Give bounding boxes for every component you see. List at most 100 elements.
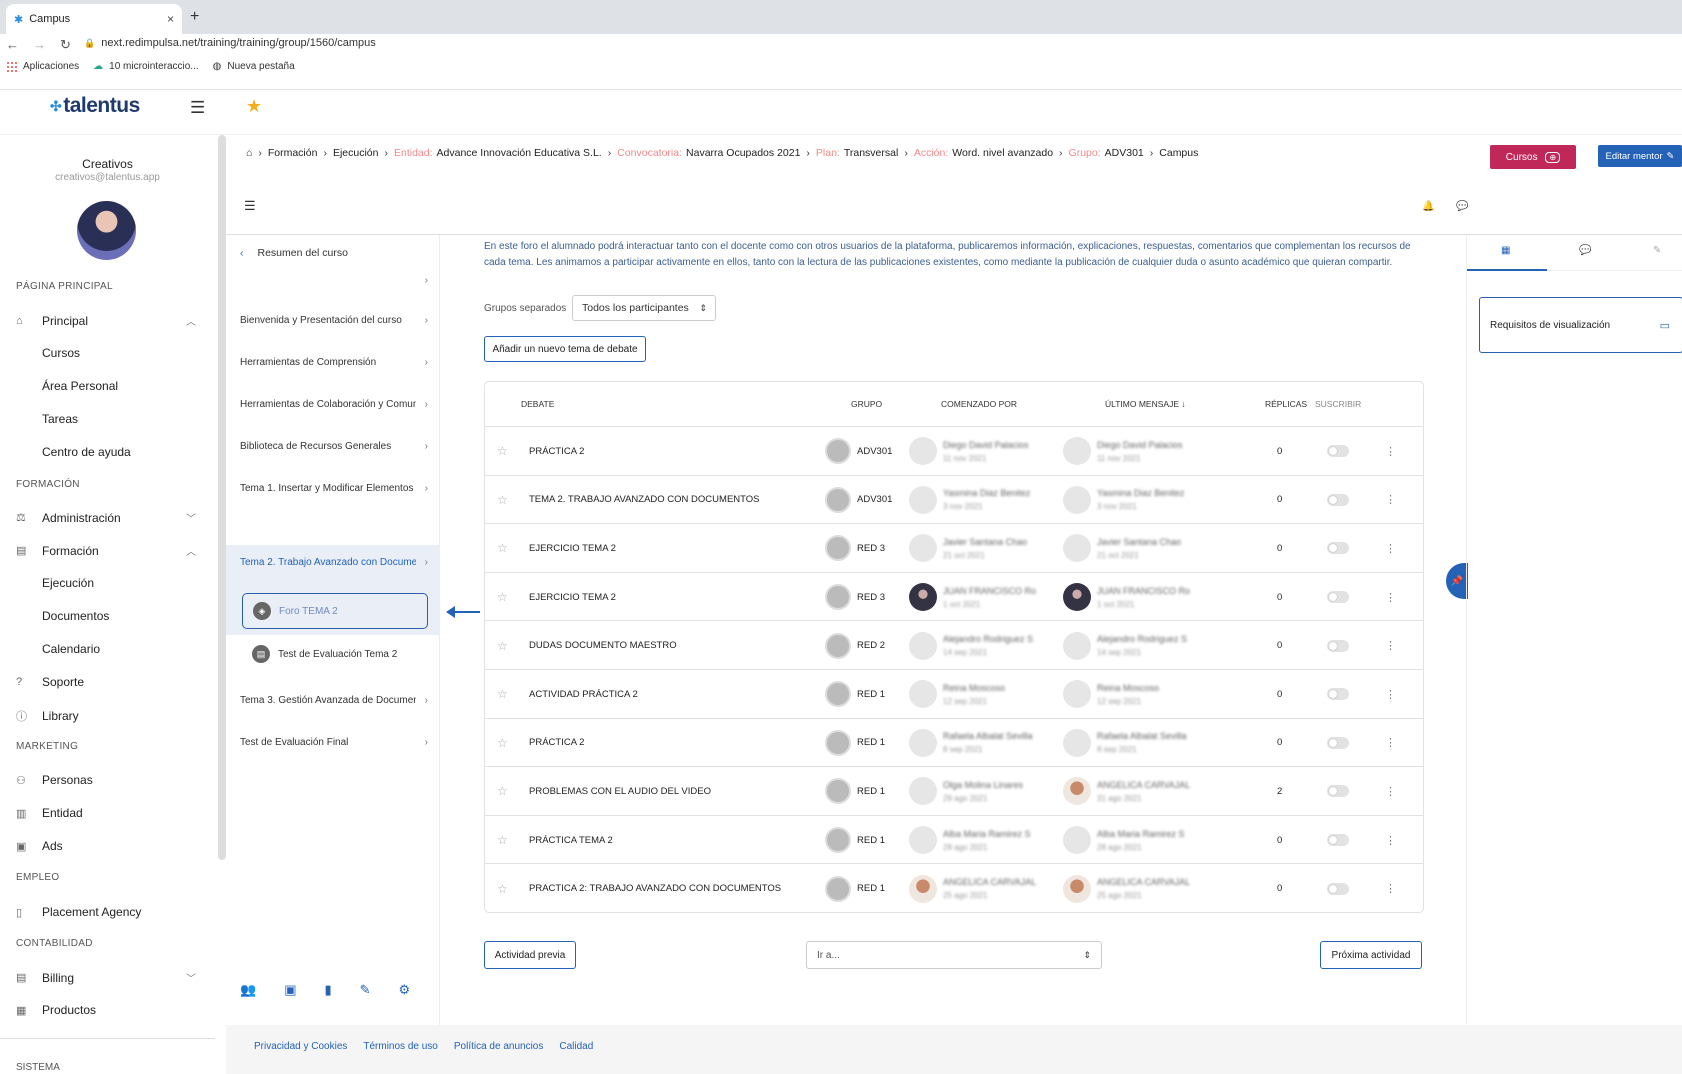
course-section-item[interactable]: Herramientas de Colaboración y Comunicac… [240, 399, 428, 410]
talentus-logo[interactable]: ✣ talentus [50, 94, 140, 118]
sidebar-item-principal[interactable]: ⌂ Principal ︿ [16, 313, 196, 329]
course-section-item[interactable]: Bienvenida y Presentación del curso › [240, 315, 428, 326]
breadcrumb-formacion[interactable]: Formación [268, 147, 318, 159]
active-activity-foro[interactable]: ◈ Foro TEMA 2 [242, 593, 428, 629]
breadcrumb-grupo[interactable]: ADV301 [1105, 147, 1144, 159]
star-outline-icon[interactable]: ☆ [497, 590, 508, 604]
more-options-icon[interactable]: ⋮ [1385, 542, 1396, 555]
pin-icon[interactable]: 📌 [1446, 563, 1468, 599]
table-row[interactable]: ☆ PRÁCTICA TEMA 2 RED 1 Alba Maria Ramirez … [485, 814, 1423, 864]
sidebar-item-ads[interactable]: ▣ Ads [16, 839, 196, 853]
sidebar-item-placement[interactable]: ▯ Placement Agency [16, 905, 196, 919]
groups-select[interactable]: Todos los participantes ⇕ [572, 295, 716, 321]
footer-link-anuncios[interactable]: Política de anuncios [454, 1041, 544, 1052]
col-grupo[interactable]: GRUPO [851, 382, 882, 426]
close-tab-icon[interactable]: × [167, 12, 174, 26]
breadcrumb-plan[interactable]: Transversal [844, 147, 898, 159]
more-options-icon[interactable]: ⋮ [1385, 785, 1396, 798]
new-tab-button[interactable]: + [190, 8, 199, 26]
back-arrow-icon[interactable]: ← [6, 37, 19, 53]
forward-arrow-icon[interactable]: → [33, 37, 46, 53]
comments-tab-icon[interactable]: 💬 [1579, 245, 1591, 256]
more-options-icon[interactable]: ⋮ [1385, 591, 1396, 604]
subscribe-toggle[interactable] [1327, 639, 1349, 652]
subscribe-toggle[interactable] [1327, 493, 1349, 506]
more-options-icon[interactable]: ⋮ [1385, 688, 1396, 701]
sidebar-item-centro-ayuda[interactable]: Centro de ayuda [42, 445, 131, 459]
subscribe-toggle[interactable] [1327, 445, 1349, 458]
sidebar-item-formacion[interactable]: ▤ Formación ︿ [16, 543, 196, 559]
sidebar-item-billing[interactable]: ▤ Billing ﹀ [16, 970, 196, 986]
course-nav-expander[interactable]: › [240, 275, 428, 286]
discussion-title[interactable]: EJERCICIO TEMA 2 [529, 573, 616, 622]
table-row[interactable]: ☆ PRÁCTICA 2 ADV301 Diego David Palacios 11 … [485, 426, 1423, 475]
footer-link-terminos[interactable]: Términos de uso [363, 1041, 437, 1052]
discussion-title[interactable]: PRÁCTICA 2 [529, 427, 584, 476]
previous-activity-button[interactable]: Actividad previa [484, 941, 576, 969]
table-row[interactable]: ☆ DUDAS DOCUMENTO MAESTRO RED 2 Alejandro R… [485, 620, 1423, 669]
footer-link-privacidad[interactable]: Privacidad y Cookies [254, 1041, 347, 1052]
table-row[interactable]: ☆ EJERCICIO TEMA 2 RED 3 JUAN FRANCISCO Ro 1… [485, 571, 1423, 622]
activity-test-tema-2[interactable]: ▤ Test de Evaluación Tema 2 [252, 645, 397, 663]
col-ultimo[interactable]: ÚLTIMO MENSAJE ↓ [1105, 382, 1186, 426]
user-avatar[interactable] [77, 201, 136, 260]
table-row[interactable]: ☆ PROBLEMAS CON EL AUDIO DEL VIDEO RED 1 Ol… [485, 766, 1423, 815]
discussion-title[interactable]: EJERCICIO TEMA 2 [529, 524, 616, 573]
more-options-icon[interactable]: ⋮ [1385, 736, 1396, 749]
cursos-button[interactable]: Cursos ⊕ [1490, 145, 1576, 169]
footer-link-calidad[interactable]: Calidad [559, 1041, 593, 1052]
file-icon[interactable]: ▮ [324, 982, 331, 998]
add-topic-button[interactable]: Añadir un nuevo tema de debate [484, 336, 646, 362]
subscribe-toggle[interactable] [1327, 688, 1349, 701]
bookmark-apps[interactable]: Aplicaciones [6, 61, 79, 72]
table-row[interactable]: ☆ PRÁCTICA 2 RED 1 Rafaela Albalat Sevilla 8… [485, 717, 1423, 767]
course-summary-link[interactable]: ‹ Resumen del curso [240, 247, 348, 259]
sidebar-item-cursos[interactable]: Cursos [42, 346, 80, 360]
subscribe-toggle[interactable] [1327, 591, 1349, 604]
sidebar-item-personas[interactable]: ⚇ Personas [16, 773, 196, 787]
discussion-title[interactable]: PRACTICA 2: TRABAJO AVANZADO CON DOCUMEN… [529, 864, 781, 913]
course-section-item-active[interactable]: Tema 2. Trabajo Avanzado con Documentos › [240, 557, 428, 568]
table-row[interactable]: ☆ TEMA 2. TRABAJO AVANZADO CON DOCUMENTOS… [485, 474, 1423, 525]
bookmark-nueva-pestana[interactable]: ◍ Nueva pestaña [213, 61, 295, 72]
star-outline-icon[interactable]: ☆ [497, 784, 508, 798]
chat-icon[interactable]: 💬 [1456, 201, 1468, 212]
more-options-icon[interactable]: ⋮ [1385, 834, 1396, 847]
brush-icon[interactable]: ✎ [360, 982, 371, 998]
sidebar-item-entidad[interactable]: ▥ Entidad [16, 806, 196, 820]
discussion-title[interactable]: ACTIVIDAD PRÁCTICA 2 [529, 670, 638, 719]
discussion-title[interactable]: PROBLEMAS CON EL AUDIO DEL VIDEO [529, 767, 711, 816]
col-debate[interactable]: DEBATE [521, 382, 554, 426]
menu-toggle-icon[interactable]: ☰ [190, 98, 205, 118]
more-options-icon[interactable]: ⋮ [1385, 882, 1396, 895]
next-activity-button[interactable]: Próxima actividad [1320, 941, 1422, 969]
sidebar-item-productos[interactable]: ▦ Productos [16, 1003, 196, 1017]
sidebar-item-library[interactable]: ⓘ Library [16, 708, 196, 724]
more-options-icon[interactable]: ⋮ [1385, 445, 1396, 458]
bookmark-microinteracciones[interactable]: ☁ 10 microinteraccio... [93, 61, 198, 72]
table-row[interactable]: ☆ ACTIVIDAD PRÁCTICA 2 RED 1 Reina Moscoso 1… [485, 669, 1423, 718]
course-section-item[interactable]: Tema 1. Insertar y Modificar Elementos e… [240, 483, 428, 494]
subscribe-toggle[interactable] [1327, 542, 1349, 555]
star-outline-icon[interactable]: ☆ [497, 833, 508, 847]
sidebar-item-ejecucion[interactable]: Ejecución [42, 576, 94, 590]
col-comenzado[interactable]: COMENZADO POR [941, 382, 1017, 426]
discussion-title[interactable]: TEMA 2. TRABAJO AVANZADO CON DOCUMENTOS [529, 476, 760, 525]
course-section-item[interactable]: Biblioteca de Recursos Generales › [240, 441, 428, 452]
home-icon[interactable]: ⌂ [246, 147, 252, 159]
settings-icon[interactable]: ⚙ [399, 982, 411, 998]
participants-icon[interactable]: 👥 [240, 982, 256, 998]
more-options-icon[interactable]: ⋮ [1385, 639, 1396, 652]
requirements-card[interactable]: Requisitos de visualización ▭ [1479, 297, 1682, 353]
course-section-item[interactable]: Herramientas de Comprensión › [240, 357, 428, 368]
more-options-icon[interactable]: ⋮ [1385, 493, 1396, 506]
sidebar-item-documentos[interactable]: Documentos [42, 609, 109, 623]
reload-icon[interactable]: ↻ [60, 37, 71, 53]
subscribe-toggle[interactable] [1327, 882, 1349, 895]
breadcrumb-entidad[interactable]: Advance Innovación Educativa S.L. [437, 147, 602, 159]
star-outline-icon[interactable]: ☆ [497, 444, 508, 458]
table-row[interactable]: ☆ EJERCICIO TEMA 2 RED 3 Javier Santana Cha… [485, 523, 1423, 572]
favorite-star-icon[interactable]: ★ [246, 96, 262, 117]
table-row[interactable]: ☆ PRACTICA 2: TRABAJO AVANZADO CON DOCUME… [485, 863, 1423, 912]
subscribe-toggle[interactable] [1327, 736, 1349, 749]
